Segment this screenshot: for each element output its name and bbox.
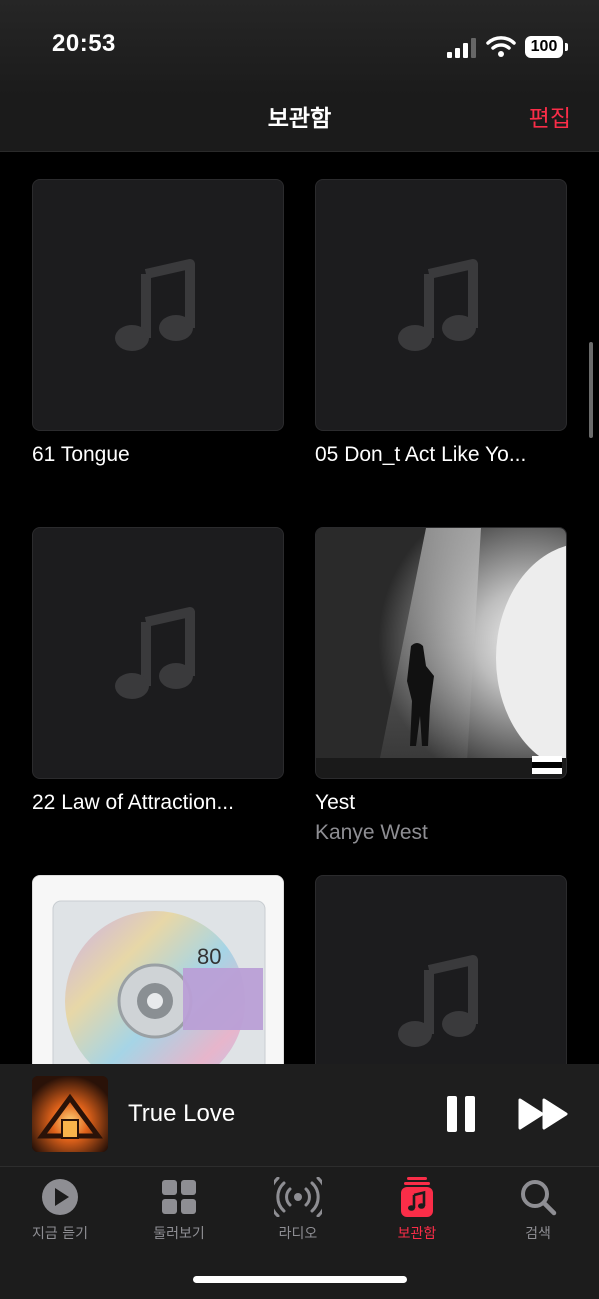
home-indicator[interactable] bbox=[193, 1276, 407, 1283]
music-note-icon bbox=[115, 607, 195, 699]
tab-label: 보관함 bbox=[397, 1226, 437, 1242]
pause-icon[interactable] bbox=[445, 1096, 477, 1132]
edit-button[interactable]: 편집 bbox=[529, 99, 571, 133]
battery-icon: 100 bbox=[525, 36, 563, 58]
album-item[interactable] bbox=[315, 875, 567, 1064]
library-icon bbox=[401, 1177, 433, 1217]
album-item[interactable]: 61 Tongue bbox=[32, 179, 284, 467]
radio-icon bbox=[274, 1177, 322, 1217]
scroll-indicator[interactable] bbox=[589, 342, 593, 438]
music-note-icon bbox=[398, 259, 478, 351]
wifi-icon bbox=[486, 36, 516, 57]
cellular-signal-icon bbox=[447, 38, 476, 58]
album-item[interactable]: 05 Don_t Act Like Yo... bbox=[315, 179, 567, 467]
album-item[interactable]: 80 bbox=[32, 875, 284, 1064]
album-art-placeholder bbox=[315, 875, 567, 1064]
album-item[interactable]: Yest Kanye West bbox=[315, 527, 567, 845]
cd-number: 80 bbox=[197, 944, 221, 969]
tab-listen-now[interactable]: 지금 듣기 bbox=[5, 1177, 115, 1243]
album-title: 22 Law of Attraction... bbox=[32, 791, 234, 814]
album-title: Yest bbox=[315, 791, 356, 814]
album-art-placeholder bbox=[32, 527, 284, 779]
tab-label: 지금 듣기 bbox=[32, 1226, 88, 1242]
tab-label: 둘러보기 bbox=[153, 1226, 205, 1242]
search-icon bbox=[521, 1180, 557, 1216]
page-title: 보관함 bbox=[267, 106, 332, 132]
album-title: 61 Tongue bbox=[32, 443, 130, 466]
tab-search[interactable]: 검색 bbox=[483, 1177, 593, 1243]
tab-library[interactable]: 보관함 bbox=[362, 1177, 472, 1243]
grid-icon bbox=[162, 1180, 196, 1214]
tab-radio[interactable]: 라디오 bbox=[243, 1177, 353, 1243]
music-note-icon bbox=[115, 259, 195, 351]
concert-photo-image bbox=[316, 528, 566, 778]
now-playing-title: True Love bbox=[128, 1100, 236, 1127]
tab-label: 라디오 bbox=[278, 1226, 318, 1242]
music-note-icon bbox=[398, 955, 478, 1047]
album-grid: 61 Tongue 05 Don_t Act Like Yo... 22 Law… bbox=[0, 152, 599, 1064]
album-art-cd: 80 bbox=[32, 875, 284, 1064]
album-art-placeholder bbox=[315, 179, 567, 431]
mini-player[interactable]: True Love bbox=[0, 1064, 599, 1167]
tab-label: 검색 bbox=[525, 1226, 551, 1242]
cd-cover-image: 80 bbox=[33, 876, 283, 1064]
play-circle-icon bbox=[42, 1179, 78, 1215]
album-item[interactable]: 22 Law of Attraction... bbox=[32, 527, 284, 815]
tab-browse[interactable]: 둘러보기 bbox=[124, 1177, 234, 1243]
album-artist: Kanye West bbox=[315, 821, 428, 844]
burning-house-image bbox=[32, 1076, 108, 1152]
nav-bar: 보관함 편집 bbox=[0, 95, 599, 152]
fast-forward-icon[interactable] bbox=[518, 1098, 570, 1130]
album-title: 05 Don_t Act Like Yo... bbox=[315, 443, 527, 466]
now-playing-artwork bbox=[32, 1076, 108, 1152]
album-art-placeholder bbox=[32, 179, 284, 431]
status-bar: 20:53 100 bbox=[0, 0, 599, 95]
battery-tip bbox=[565, 43, 568, 51]
status-time: 20:53 bbox=[52, 30, 116, 57]
album-art-yest bbox=[315, 527, 567, 779]
